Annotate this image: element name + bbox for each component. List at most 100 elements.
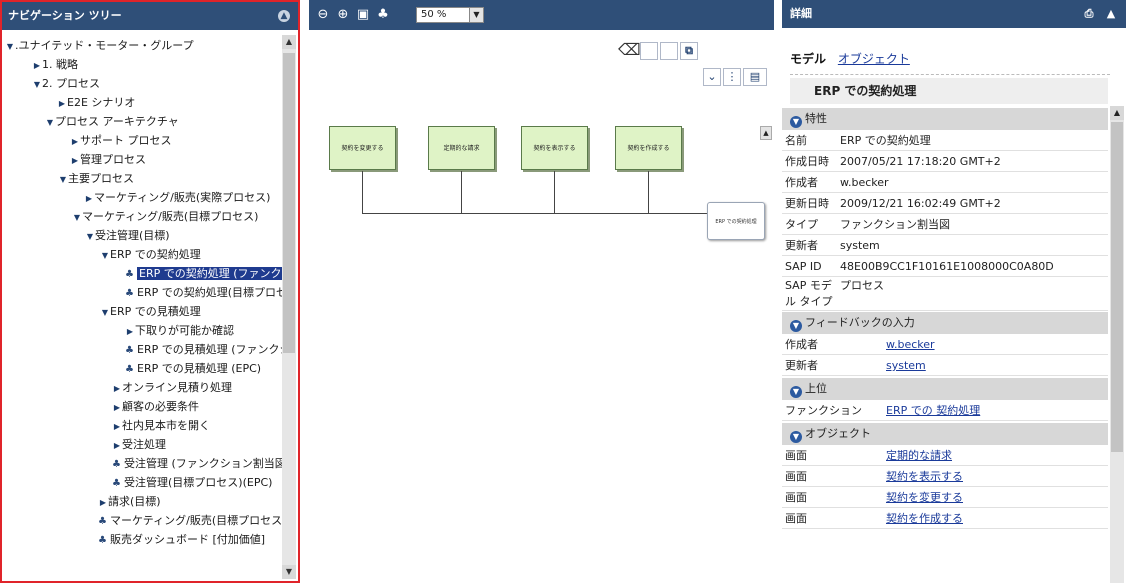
section-header-attributes[interactable]: ▼ 特性	[782, 108, 1108, 130]
scroll-up-icon[interactable]: ▲	[282, 35, 296, 49]
collapse-pane-icon[interactable]: ▲	[278, 10, 290, 22]
expand-arrow-icon[interactable]: ▼	[72, 208, 82, 227]
fit-to-window-icon[interactable]: ▣	[355, 7, 371, 23]
tree-item[interactable]: ▶ マーケティング/販売(実際プロセス)	[84, 188, 271, 208]
tree-item[interactable]: ▶ オンライン見積り処理	[112, 378, 232, 397]
collapsed-arrow-icon[interactable]: ▶	[70, 151, 80, 170]
tree-scrollbar[interactable]: ▲ ▼	[282, 35, 296, 579]
collapse-icon[interactable]: ⌄	[703, 68, 721, 86]
scroll-thumb[interactable]	[283, 53, 295, 353]
object-link[interactable]: 契約を変更する	[886, 487, 963, 507]
section-header-feedback[interactable]: ▼ フィードバックの入力	[782, 312, 1108, 334]
tab-model[interactable]: モデル	[790, 52, 826, 66]
tree-item[interactable]: ▼ ERP での契約処理	[100, 245, 201, 264]
function-box[interactable]: 契約を表示する	[521, 126, 588, 170]
tree-item[interactable]: ♣ 受注管理 (ファンクション割当図)	[112, 454, 282, 473]
function-box[interactable]: 定期的な請求	[428, 126, 495, 170]
print-icon[interactable]: ⎙	[1082, 7, 1096, 21]
scroll-up-icon[interactable]: ▲	[1110, 106, 1124, 120]
chevron-down-icon[interactable]: ▼	[790, 386, 802, 398]
zoom-select[interactable]: 50 % ▼	[416, 7, 484, 23]
chevron-down-icon[interactable]: ▼	[790, 116, 802, 128]
tree-item[interactable]: ▼ .ユナイテッド・モーター・グループ	[5, 36, 194, 55]
zoom-in-icon[interactable]: ⊕	[335, 7, 351, 23]
expand-arrow-icon[interactable]: ▼	[5, 37, 15, 56]
collapsed-arrow-icon[interactable]: ▶	[112, 398, 122, 417]
tree-item[interactable]: ♣ ERP での見積処理 (EPC)	[125, 359, 261, 378]
tree-item[interactable]: ▼ ERP での見積処理	[100, 302, 201, 321]
details-title: 詳細	[790, 7, 812, 20]
tree-item[interactable]: ▶ 請求(目標)	[98, 492, 161, 511]
function-box[interactable]: 契約を作成する	[615, 126, 682, 170]
chevron-down-icon[interactable]: ▼	[790, 431, 802, 443]
tree-item[interactable]: ♣ERP での契約処理(目標プロセス)	[125, 283, 282, 302]
expand-arrow-icon[interactable]: ▼	[58, 170, 68, 189]
clear-icon[interactable]: ⌫	[618, 42, 641, 60]
chevron-down-icon[interactable]: ▼	[790, 320, 802, 332]
expand-arrow-icon[interactable]: ▼	[45, 113, 55, 132]
parent-link[interactable]: ERP での 契約処理	[886, 400, 980, 420]
tree-item[interactable]: ▶ サポート プロセス	[70, 131, 172, 150]
tree-item[interactable]: ▼ 主要プロセス	[58, 169, 134, 188]
tree-item[interactable]: ▶ 受注処理	[112, 435, 166, 454]
tree-item[interactable]: ♣ERP での見積処理 (ファンクション割当図)	[125, 340, 282, 359]
process-object-box[interactable]: ERP での契約処理	[707, 202, 765, 240]
tree-item[interactable]: ▶ 管理プロセス	[70, 150, 146, 169]
details-pane: 詳細 ⎙ ▲ モデル オブジェクト ERP での契約処理 ▼ 特性 名前 ERP で…	[782, 0, 1126, 583]
tree-layout-icon[interactable]: ⋮	[723, 68, 741, 86]
tab-object[interactable]: オブジェクト	[838, 52, 910, 66]
expand-arrow-icon[interactable]: ▼	[100, 246, 110, 265]
tree-item-selected[interactable]: ♣ERP での契約処理 (ファンクション割当図)	[125, 264, 282, 283]
divider	[790, 74, 1110, 75]
section-header-objects[interactable]: ▼ オブジェクト	[782, 423, 1108, 445]
expand-arrow-icon[interactable]: ▼	[100, 303, 110, 322]
collapsed-arrow-icon[interactable]: ▶	[84, 189, 94, 208]
collapsed-arrow-icon[interactable]: ▶	[32, 56, 42, 75]
attribute-row: 更新者 system	[782, 235, 1108, 256]
tree-item[interactable]: ▼ 2. プロセス	[32, 74, 100, 93]
tree-item[interactable]: ▼ 受注管理(目標)	[85, 226, 170, 245]
collapsed-arrow-icon[interactable]: ▶	[112, 379, 122, 398]
connector-line	[461, 171, 462, 213]
minimap-icon[interactable]: ▤	[743, 68, 767, 86]
object-title: ERP での契約処理	[790, 78, 1108, 104]
tree-item[interactable]: ▶ 1. 戦略	[32, 55, 78, 74]
collapsed-arrow-icon[interactable]: ▶	[70, 132, 80, 151]
function-box[interactable]: 契約を変更する	[329, 126, 396, 170]
chevron-down-icon[interactable]: ▼	[469, 8, 483, 22]
tree-item[interactable]: ♣ マーケティング/販売(目標プロセス)	[98, 511, 282, 530]
tree-item[interactable]: ▶ E2E シナリオ	[57, 93, 135, 112]
tree-item[interactable]: ▼ プロセス アーキテクチャ	[45, 112, 179, 131]
expand-arrow-icon[interactable]: ▼	[32, 75, 42, 94]
collapse-pane-icon[interactable]: ▲	[1104, 7, 1118, 21]
overview-icon[interactable]: ⧉	[680, 42, 698, 60]
details-scrollbar[interactable]: ▲	[1110, 106, 1124, 583]
model-icon: ♣	[98, 535, 107, 546]
collapsed-arrow-icon[interactable]: ▶	[125, 322, 135, 341]
object-link[interactable]: 契約を作成する	[886, 508, 963, 528]
scroll-thumb[interactable]	[1111, 122, 1123, 452]
view-option-button[interactable]	[660, 42, 678, 60]
expand-arrow-icon[interactable]: ▼	[85, 227, 95, 246]
tree-item[interactable]: ▶ 顧客の必要条件	[112, 397, 199, 416]
collapsed-arrow-icon[interactable]: ▶	[98, 493, 108, 512]
scroll-down-icon[interactable]: ▼	[282, 565, 296, 579]
model-canvas[interactable]: ⌫ ⧉ ⌄ ⋮ ▤ ▲ 契約を変更する 定期的な請求 契約を表示する 契約を作成…	[309, 30, 774, 583]
collapsed-arrow-icon[interactable]: ▶	[112, 417, 122, 436]
zoom-out-icon[interactable]: ⊖	[315, 7, 331, 23]
canvas-scroll-up-icon[interactable]: ▲	[760, 126, 772, 140]
object-link[interactable]: 契約を表示する	[886, 466, 963, 486]
collapsed-arrow-icon[interactable]: ▶	[57, 94, 67, 113]
tree-item[interactable]: ▼ マーケティング/販売(目標プロセス)	[72, 207, 259, 227]
section-header-parent[interactable]: ▼ 上位	[782, 378, 1108, 400]
collapsed-arrow-icon[interactable]: ▶	[112, 436, 122, 455]
print-model-icon[interactable]: ♣	[375, 7, 391, 23]
object-link[interactable]: 定期的な請求	[886, 445, 952, 465]
tree-item[interactable]: ▶ 社内見本市を開く	[112, 416, 210, 435]
tree-item[interactable]: ▶ 下取りが可能か確認	[125, 321, 234, 340]
user-link[interactable]: w.becker	[886, 334, 935, 354]
tree-item[interactable]: ♣ 受注管理(目標プロセス)(EPC)	[112, 473, 272, 492]
tree-item[interactable]: ♣ 販売ダッシュボード [付加価値]	[98, 530, 265, 549]
user-link[interactable]: system	[886, 355, 926, 375]
view-option-button[interactable]	[640, 42, 658, 60]
